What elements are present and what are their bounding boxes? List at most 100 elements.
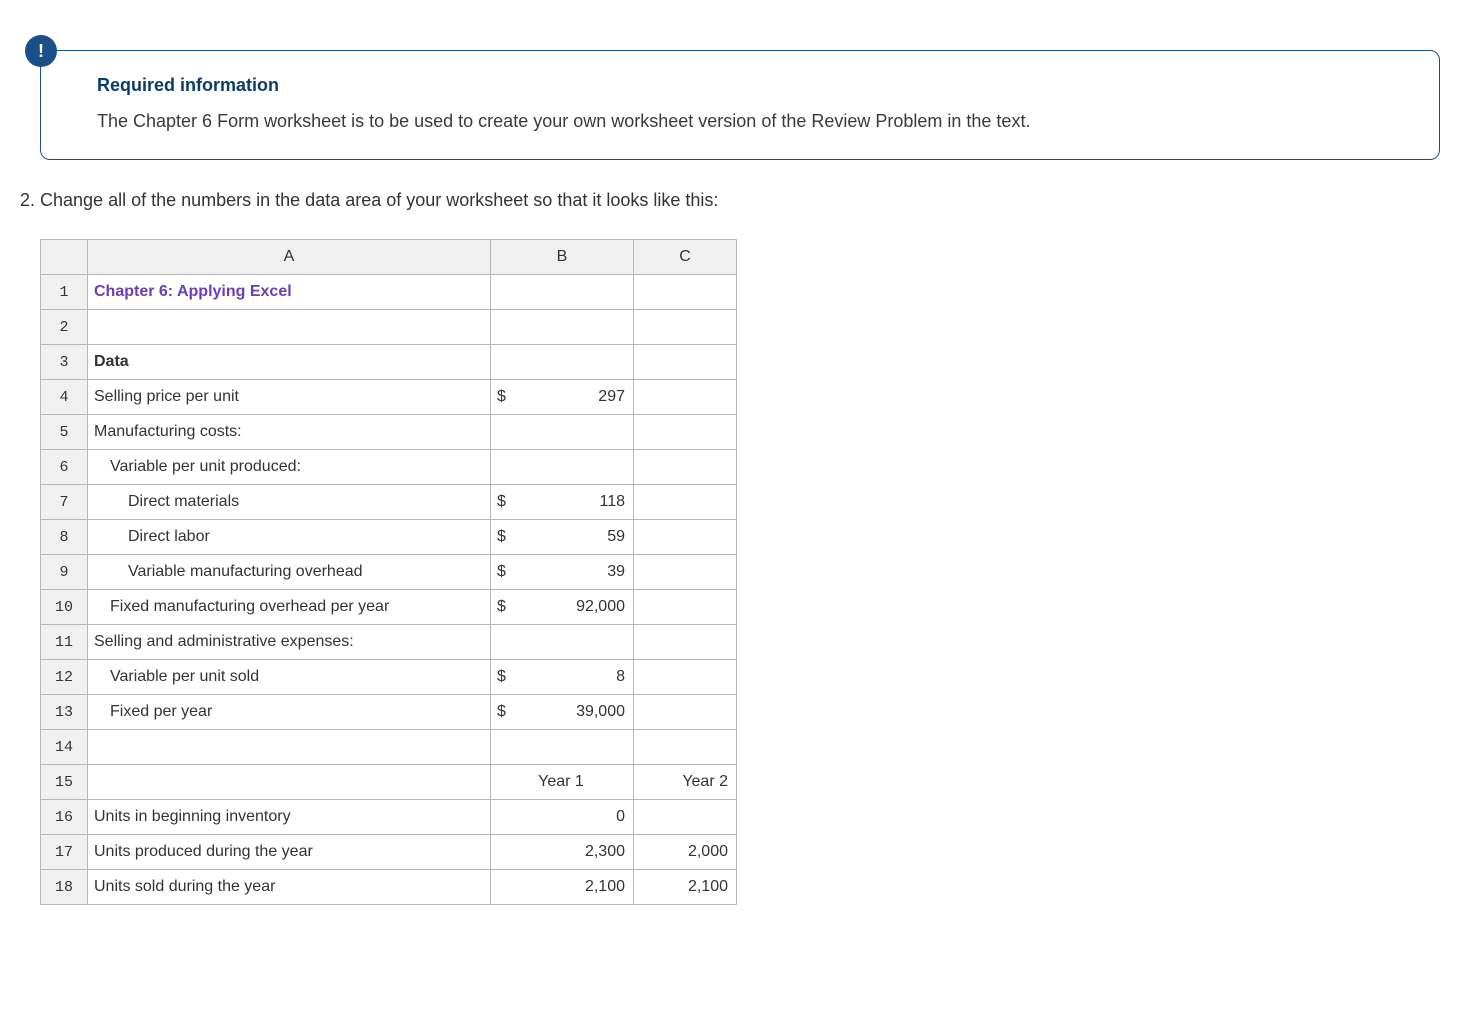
cell-b-value: 59 (607, 528, 625, 546)
row-number: 9 (41, 555, 88, 590)
currency-symbol: $ (497, 668, 506, 686)
cell-c (634, 695, 737, 730)
table-row: 9Variable manufacturing overhead$39 (41, 555, 737, 590)
cell-c (634, 345, 737, 380)
info-title: Required information (97, 75, 1411, 96)
cell-b: $39,000 (491, 695, 634, 730)
row-number: 8 (41, 520, 88, 555)
row-number: 7 (41, 485, 88, 520)
required-info-box: ! Required information The Chapter 6 For… (40, 50, 1440, 160)
cell-a: Chapter 6: Applying Excel (88, 275, 491, 310)
cell-a: Selling and administrative expenses: (88, 625, 491, 660)
question-text: 2. Change all of the numbers in the data… (20, 190, 1440, 211)
header-rownum (41, 240, 88, 275)
cell-b (491, 275, 634, 310)
cell-b: 2,100 (491, 870, 634, 905)
cell-b-value: 2,100 (585, 878, 625, 896)
table-row: 10Fixed manufacturing overhead per year$… (41, 590, 737, 625)
info-text: The Chapter 6 Form worksheet is to be us… (97, 108, 1411, 135)
table-row: 13Fixed per year$39,000 (41, 695, 737, 730)
table-row: 17Units produced during the year2,3002,0… (41, 835, 737, 870)
currency-symbol: $ (497, 388, 506, 406)
table-row: 12Variable per unit sold$8 (41, 660, 737, 695)
cell-c (634, 310, 737, 345)
table-row: 2 (41, 310, 737, 345)
cell-c (634, 415, 737, 450)
row-number: 18 (41, 870, 88, 905)
cell-c (634, 450, 737, 485)
header-col-c: C (634, 240, 737, 275)
cell-c (634, 660, 737, 695)
cell-b: $92,000 (491, 590, 634, 625)
row-number: 6 (41, 450, 88, 485)
currency-symbol: $ (497, 493, 506, 511)
cell-b: $8 (491, 660, 634, 695)
row-number: 1 (41, 275, 88, 310)
header-row: A B C (41, 240, 737, 275)
cell-a: Data (88, 345, 491, 380)
cell-a: Units produced during the year (88, 835, 491, 870)
cell-b-value: 0 (616, 808, 625, 826)
table-row: 1Chapter 6: Applying Excel (41, 275, 737, 310)
cell-c (634, 275, 737, 310)
table-row: 16Units in beginning inventory0 (41, 800, 737, 835)
cell-b (491, 345, 634, 380)
cell-b: Year 1 (491, 765, 634, 800)
table-row: 7Direct materials$118 (41, 485, 737, 520)
cell-b: $297 (491, 380, 634, 415)
table-row: 14 (41, 730, 737, 765)
currency-symbol: $ (497, 598, 506, 616)
currency-symbol: $ (497, 528, 506, 546)
cell-b-value: 92,000 (576, 598, 625, 616)
cell-a: Selling price per unit (88, 380, 491, 415)
cell-c: 2,100 (634, 870, 737, 905)
row-number: 17 (41, 835, 88, 870)
cell-a: Direct labor (88, 520, 491, 555)
table-row: 15 Year 1Year 2 (41, 765, 737, 800)
cell-c (634, 520, 737, 555)
row-number: 11 (41, 625, 88, 660)
cell-a: Fixed manufacturing overhead per year (88, 590, 491, 625)
currency-symbol: $ (497, 703, 506, 721)
cell-a: Variable per unit sold (88, 660, 491, 695)
cell-b-value: 39,000 (576, 703, 625, 721)
cell-a: Units in beginning inventory (88, 800, 491, 835)
cell-b (491, 450, 634, 485)
cell-a: Units sold during the year (88, 870, 491, 905)
cell-b-value: 2,300 (585, 843, 625, 861)
cell-b-value: 39 (607, 563, 625, 581)
cell-a (88, 765, 491, 800)
cell-a: Manufacturing costs: (88, 415, 491, 450)
cell-b: $39 (491, 555, 634, 590)
cell-b-value: 8 (616, 668, 625, 686)
cell-c (634, 485, 737, 520)
table-row: 6Variable per unit produced: (41, 450, 737, 485)
table-row: 3Data (41, 345, 737, 380)
cell-b (491, 625, 634, 660)
cell-b (491, 415, 634, 450)
cell-c (634, 800, 737, 835)
row-number: 10 (41, 590, 88, 625)
spreadsheet-table: A B C 1Chapter 6: Applying Excel23Data4S… (40, 239, 737, 905)
row-number: 4 (41, 380, 88, 415)
info-badge-icon: ! (25, 35, 57, 67)
cell-b (491, 730, 634, 765)
cell-a: Fixed per year (88, 695, 491, 730)
cell-c (634, 730, 737, 765)
cell-c: Year 2 (634, 765, 737, 800)
table-row: 8Direct labor $59 (41, 520, 737, 555)
row-number: 2 (41, 310, 88, 345)
row-number: 15 (41, 765, 88, 800)
header-col-a: A (88, 240, 491, 275)
cell-a (88, 730, 491, 765)
cell-c (634, 625, 737, 660)
cell-a: Variable per unit produced: (88, 450, 491, 485)
row-number: 14 (41, 730, 88, 765)
header-col-b: B (491, 240, 634, 275)
row-number: 13 (41, 695, 88, 730)
cell-b-value: 118 (599, 493, 625, 511)
table-row: 5Manufacturing costs: (41, 415, 737, 450)
cell-b: 0 (491, 800, 634, 835)
row-number: 12 (41, 660, 88, 695)
table-row: 11Selling and administrative expenses: (41, 625, 737, 660)
